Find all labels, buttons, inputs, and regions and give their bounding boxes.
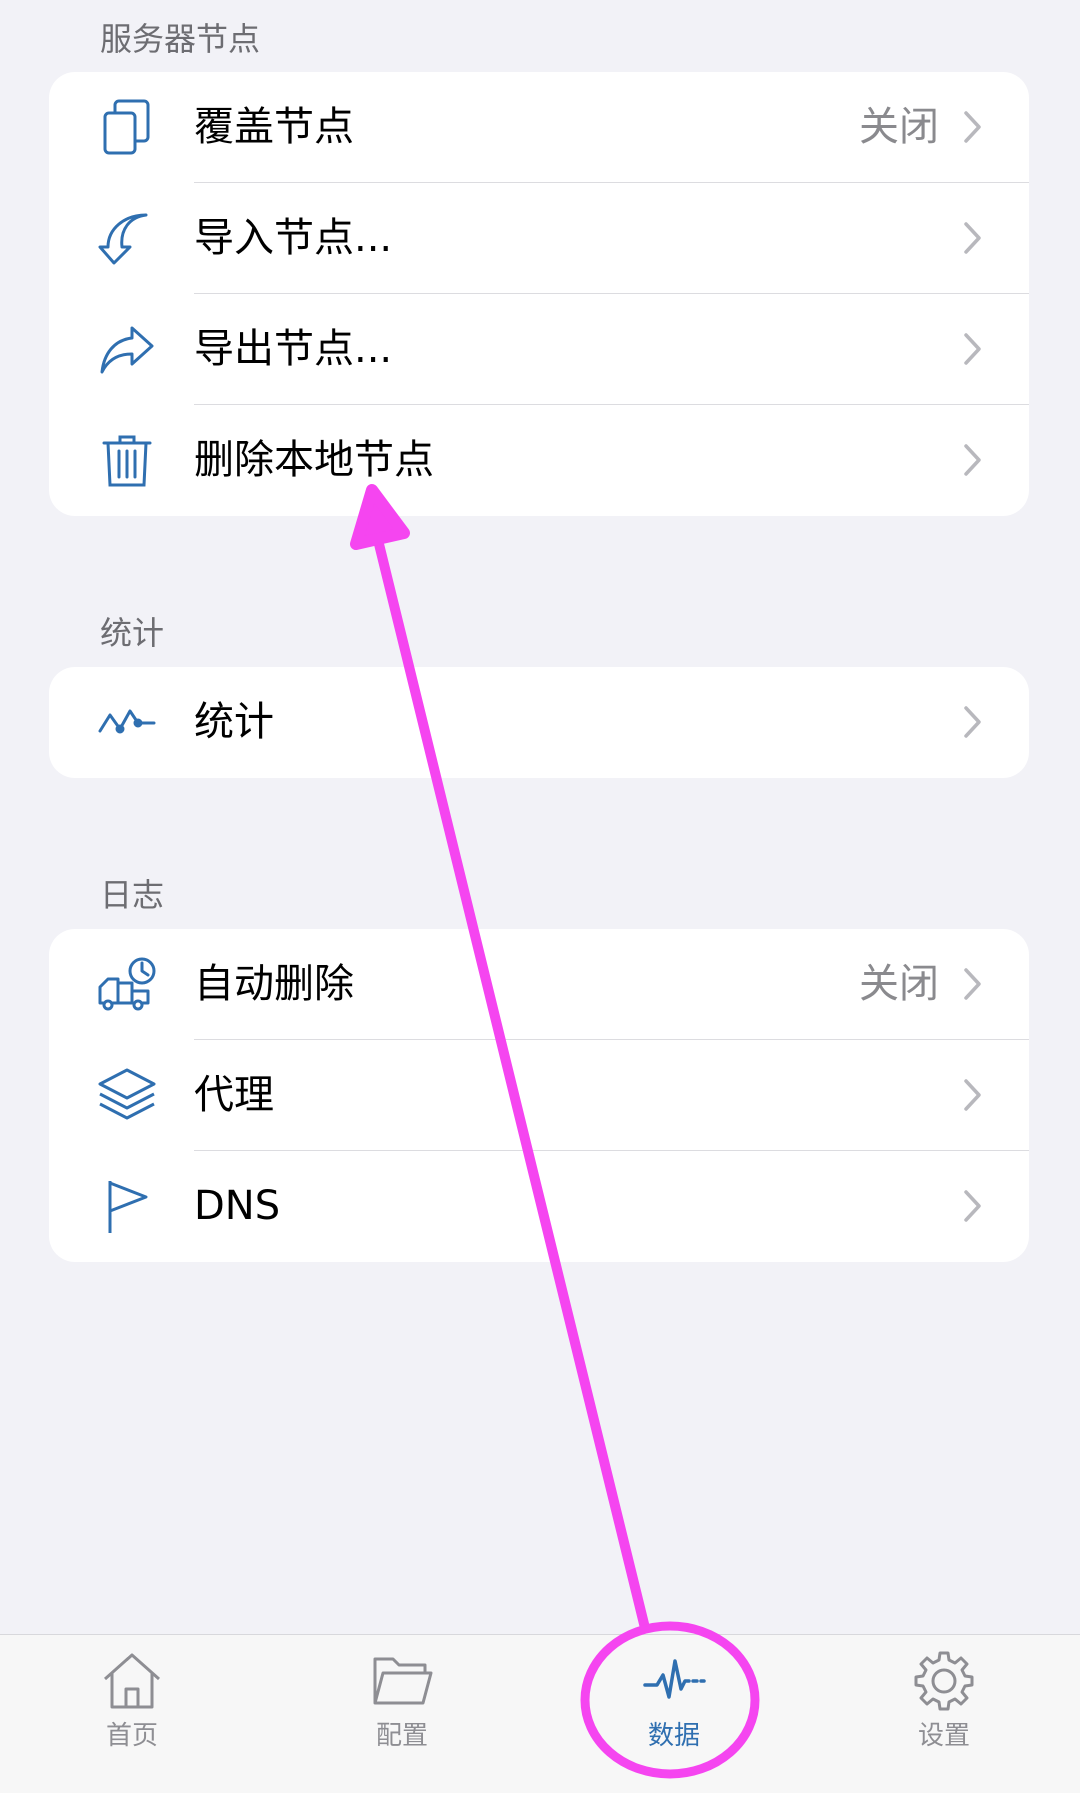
copy-icon — [96, 96, 158, 158]
chevron-right-icon — [963, 332, 983, 366]
row-label: 统计 — [194, 699, 274, 745]
tab-settings[interactable]: 设置 — [874, 1649, 1014, 1779]
row-label: 删除本地节点 — [194, 437, 434, 483]
tab-config[interactable]: 配置 — [332, 1649, 472, 1779]
folder-icon — [373, 1657, 433, 1705]
chevron-right-icon — [963, 443, 983, 477]
row-proxy[interactable]: 代理 — [49, 1040, 1029, 1151]
row-import-nodes[interactable]: 导入节点... — [49, 183, 1029, 294]
tab-label: 数据 — [647, 1721, 700, 1751]
chevron-right-icon — [963, 1078, 983, 1112]
row-label: DNS — [194, 1183, 281, 1229]
flag-icon — [96, 1175, 158, 1237]
tab-label: 首页 — [105, 1721, 158, 1751]
activity-line-icon — [96, 691, 158, 753]
section-header-server-nodes: 服务器节点 — [100, 20, 261, 58]
section-header-logs: 日志 — [100, 876, 165, 914]
share-arrow-icon — [96, 318, 158, 380]
row-value: 关闭 — [859, 104, 939, 150]
row-label: 导入节点... — [194, 215, 393, 261]
logs-card: 自动删除 关闭 代理 DNS — [49, 929, 1029, 1262]
chevron-right-icon — [963, 967, 983, 1001]
tab-bar: 首页 配置 数据 设置 — [0, 1634, 1080, 1793]
chevron-right-icon — [963, 705, 983, 739]
chevron-right-icon — [963, 110, 983, 144]
server-nodes-card: 覆盖节点 关闭 导入节点... 导出节点... 删除本地节点 — [49, 72, 1029, 516]
row-dns[interactable]: DNS — [49, 1151, 1029, 1262]
statistics-card: 统计 — [49, 667, 1029, 778]
row-statistics[interactable]: 统计 — [49, 667, 1029, 778]
tab-label: 设置 — [917, 1721, 970, 1751]
gear-icon — [914, 1651, 974, 1711]
tab-data[interactable]: 数据 — [604, 1649, 744, 1779]
import-arrow-icon — [96, 207, 158, 269]
trash-icon — [96, 429, 158, 491]
chevron-right-icon — [963, 221, 983, 255]
tab-home[interactable]: 首页 — [62, 1649, 202, 1779]
section-header-statistics: 统计 — [100, 614, 165, 652]
row-label: 覆盖节点 — [194, 104, 354, 150]
layers-icon — [96, 1064, 158, 1126]
pulse-icon — [643, 1659, 706, 1699]
chevron-right-icon — [963, 1189, 983, 1223]
row-export-nodes[interactable]: 导出节点... — [49, 294, 1029, 405]
row-override-nodes[interactable]: 覆盖节点 关闭 — [49, 72, 1029, 183]
home-icon — [104, 1653, 160, 1709]
tab-label: 配置 — [375, 1721, 428, 1751]
row-label: 自动删除 — [194, 961, 354, 1007]
row-delete-local-nodes[interactable]: 删除本地节点 — [49, 405, 1029, 516]
row-value: 关闭 — [859, 961, 939, 1007]
row-label: 导出节点... — [194, 326, 393, 372]
row-label: 代理 — [194, 1072, 274, 1118]
truck-clock-icon — [96, 953, 158, 1015]
row-auto-delete[interactable]: 自动删除 关闭 — [49, 929, 1029, 1040]
